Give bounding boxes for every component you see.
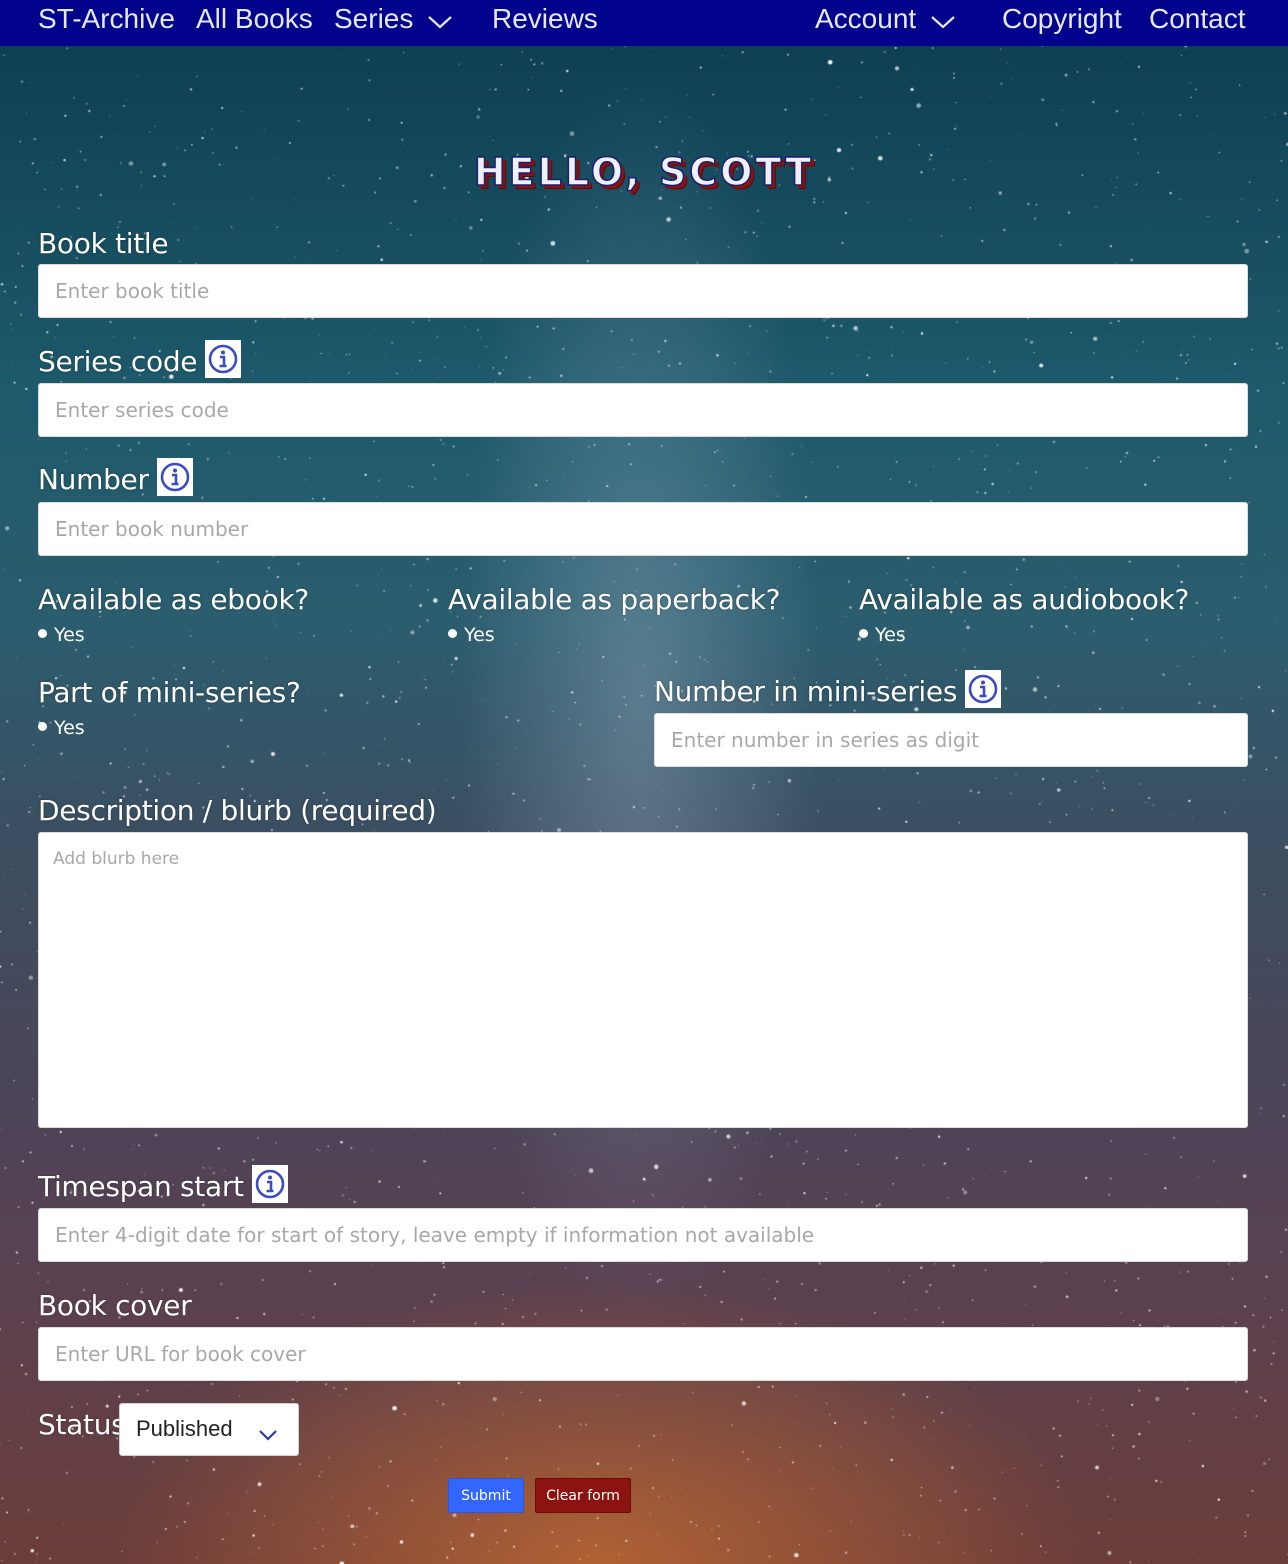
radio-dot-icon (859, 629, 868, 638)
paperback-yes-label: Yes (464, 624, 495, 646)
mini-series-yes-radio[interactable]: Yes (38, 717, 85, 739)
ebook-yes-label: Yes (54, 624, 85, 646)
status-label: Status (38, 1408, 126, 1441)
number-label-row: Number (38, 458, 193, 500)
number-label: Number (38, 463, 149, 496)
status-select[interactable]: Published (119, 1403, 299, 1456)
nav-all-books-link[interactable]: All Books (196, 3, 313, 35)
chevron-down-icon (427, 5, 453, 37)
nav-series-label: Series (334, 3, 414, 34)
top-navbar: ST-Archive All Books Series Reviews Acco… (0, 0, 1288, 46)
book-cover-input[interactable] (38, 1327, 1248, 1381)
series-code-label-row: Series code (38, 340, 242, 382)
nav-account-label: Account (815, 3, 917, 34)
nav-contact-link[interactable]: Contact (1149, 3, 1246, 35)
book-title-input[interactable] (38, 264, 1248, 318)
audiobook-label: Available as audiobook? (859, 583, 1190, 616)
number-in-mini-series-label-row: Number in mini-series (654, 670, 1002, 712)
nav-copyright-link[interactable]: Copyright (1002, 3, 1122, 35)
nav-brand-link[interactable]: ST-Archive (38, 3, 175, 35)
status-selected-value: Published (136, 1416, 233, 1441)
audiobook-yes-label: Yes (875, 624, 906, 646)
series-code-input[interactable] (38, 383, 1248, 437)
paperback-yes-radio[interactable]: Yes (448, 624, 495, 646)
nav-series-dropdown[interactable]: Series (334, 3, 453, 37)
ebook-yes-radio[interactable]: Yes (38, 624, 85, 646)
mini-series-label: Part of mini-series? (38, 676, 301, 709)
number-in-mini-series-label: Number in mini-series (654, 675, 958, 708)
radio-dot-icon (38, 629, 47, 638)
series-code-label: Series code (38, 345, 198, 378)
nav-account-dropdown[interactable]: Account (815, 3, 956, 37)
chevron-down-icon (258, 1422, 278, 1448)
book-number-input[interactable] (38, 502, 1248, 556)
chevron-down-icon (930, 5, 956, 37)
info-icon[interactable] (205, 340, 242, 378)
timespan-start-label: Timespan start (38, 1170, 244, 1203)
timespan-start-input[interactable] (38, 1208, 1248, 1262)
info-icon[interactable] (251, 1165, 288, 1203)
mini-series-yes-label: Yes (54, 717, 85, 739)
clear-form-button[interactable]: Clear form (535, 1478, 631, 1513)
info-icon[interactable] (156, 458, 193, 496)
description-textarea[interactable] (38, 832, 1248, 1128)
book-title-label: Book title (38, 227, 169, 260)
audiobook-yes-radio[interactable]: Yes (859, 624, 906, 646)
info-icon[interactable] (965, 670, 1002, 708)
book-cover-label: Book cover (38, 1289, 192, 1322)
book-form-page: HELLO, SCOTT Book title Series code Numb… (0, 0, 1288, 1564)
radio-dot-icon (38, 722, 47, 731)
timespan-start-label-row: Timespan start (38, 1165, 288, 1207)
submit-button[interactable]: Submit (448, 1478, 524, 1513)
description-label: Description / blurb (required) (38, 794, 437, 827)
radio-dot-icon (448, 629, 457, 638)
paperback-label: Available as paperback? (448, 583, 781, 616)
number-in-mini-series-input[interactable] (654, 713, 1248, 767)
greeting-heading: HELLO, SCOTT (473, 149, 815, 195)
nav-reviews-link[interactable]: Reviews (492, 3, 598, 35)
ebook-label: Available as ebook? (38, 583, 309, 616)
